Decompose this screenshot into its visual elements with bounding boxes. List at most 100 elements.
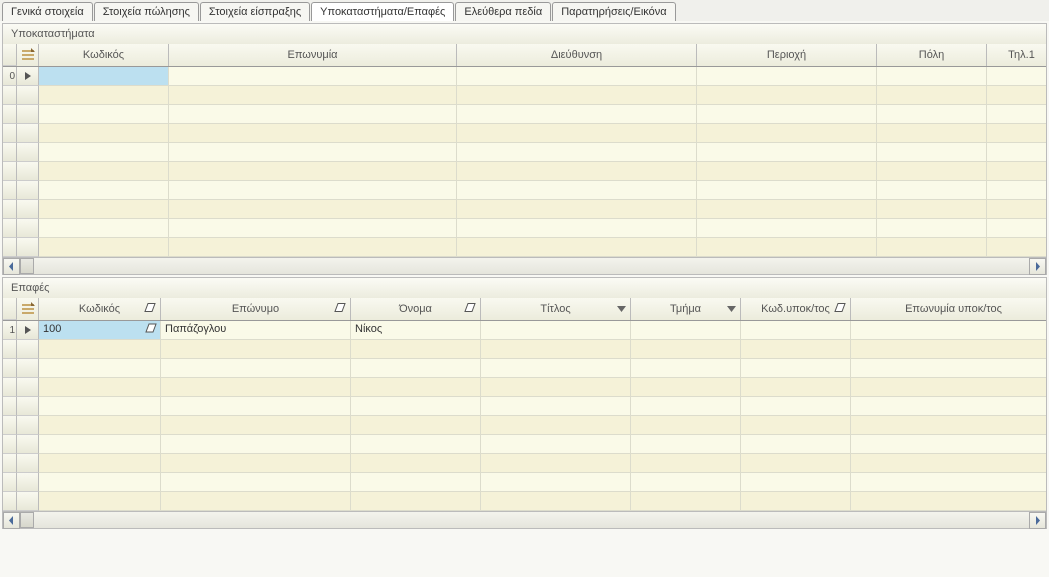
chevron-left-icon (8, 516, 15, 525)
branches-title: Υποκαταστήματα (3, 24, 1046, 44)
table-row[interactable] (3, 105, 1046, 124)
branches-col-code[interactable]: Κωδικός (39, 44, 169, 66)
tab-notes-image[interactable]: Παρατηρήσεις/Εικόνα (552, 2, 675, 21)
tab-bar: Γενικά στοιχεία Στοιχεία πώλησης Στοιχεί… (0, 0, 1049, 21)
table-row[interactable] (3, 435, 1046, 454)
grid-rowcount-spacer (3, 298, 17, 320)
cell-name[interactable] (169, 67, 457, 86)
grid-options-icon (21, 302, 35, 316)
cell-dept[interactable] (631, 321, 741, 340)
cell-area[interactable] (697, 67, 877, 86)
branches-grid: Κωδικός Επωνυμία Διεύθυνση Περιοχή Πόλη … (3, 44, 1046, 274)
cell-surname[interactable]: Παπάζογλου (161, 321, 351, 340)
branches-col-area[interactable]: Περιοχή (697, 44, 877, 66)
scroll-right-button[interactable] (1029, 258, 1046, 275)
table-row[interactable] (3, 181, 1046, 200)
contacts-col-title[interactable]: Τίτλος (481, 298, 631, 320)
chevron-left-icon (8, 262, 15, 271)
col-label: Επωνυμία υποκ/τος (905, 303, 1002, 315)
eraser-icon (334, 303, 346, 313)
branches-grid-header: Κωδικός Επωνυμία Διεύθυνση Περιοχή Πόλη … (3, 44, 1046, 67)
cell-tel1[interactable] (987, 67, 1046, 86)
grid-options-button[interactable] (17, 298, 39, 320)
contacts-grid-header: Κωδικός Επώνυμο Όνομα Τίτλος Τμήμα Κωδ.υ… (3, 298, 1046, 321)
row-indicator (17, 67, 39, 86)
cell-code[interactable] (39, 67, 169, 86)
table-row[interactable] (3, 219, 1046, 238)
contacts-grid: Κωδικός Επώνυμο Όνομα Τίτλος Τμήμα Κωδ.υ… (3, 298, 1046, 528)
cell-value: 100 (43, 323, 61, 335)
table-row[interactable] (3, 416, 1046, 435)
table-row[interactable] (3, 340, 1046, 359)
contacts-h-scrollbar[interactable] (3, 511, 1046, 528)
tab-free-fields[interactable]: Ελεύθερα πεδία (455, 2, 551, 21)
contacts-col-code[interactable]: Κωδικός (39, 298, 161, 320)
table-row[interactable] (3, 473, 1046, 492)
branches-section: Υποκαταστήματα Κωδικός Επωνυμία Διεύθυνσ… (2, 23, 1047, 275)
grid-options-button[interactable] (17, 44, 39, 66)
table-row[interactable]: 0 (3, 67, 1046, 86)
contacts-grid-body: 1 100 Παπάζογλου Νίκος (3, 321, 1046, 511)
contacts-col-firstname[interactable]: Όνομα (351, 298, 481, 320)
table-row[interactable] (3, 378, 1046, 397)
chevron-right-icon (1034, 516, 1041, 525)
table-row[interactable] (3, 492, 1046, 511)
scroll-left-button[interactable] (3, 258, 20, 275)
scroll-track[interactable] (20, 512, 1029, 528)
branches-grid-body: 0 (3, 67, 1046, 257)
table-row[interactable] (3, 124, 1046, 143)
row-count: 0 (3, 67, 17, 86)
row-count: 1 (3, 321, 17, 340)
eraser-icon (834, 303, 846, 313)
col-label: Όνομα (399, 303, 432, 315)
table-row[interactable] (3, 200, 1046, 219)
scroll-right-button[interactable] (1029, 512, 1046, 529)
eraser-icon (145, 323, 157, 333)
dropdown-icon (727, 306, 736, 312)
tab-general[interactable]: Γενικά στοιχεία (2, 2, 93, 21)
table-row[interactable] (3, 238, 1046, 257)
table-row[interactable]: 1 100 Παπάζογλου Νίκος (3, 321, 1046, 340)
contacts-col-department[interactable]: Τμήμα (631, 298, 741, 320)
table-row[interactable] (3, 359, 1046, 378)
branches-col-tel1[interactable]: Τηλ.1 (987, 44, 1049, 66)
col-label: Επώνυμο (232, 303, 279, 315)
contacts-title: Επαφές (3, 278, 1046, 298)
row-indicator (17, 321, 39, 340)
table-row[interactable] (3, 86, 1046, 105)
cell-code[interactable]: 100 (39, 321, 161, 340)
col-label: Κωδ.υποκ/τος (761, 303, 830, 315)
branches-col-city[interactable]: Πόλη (877, 44, 987, 66)
branches-col-address[interactable]: Διεύθυνση (457, 44, 697, 66)
cell-address[interactable] (457, 67, 697, 86)
table-row[interactable] (3, 454, 1046, 473)
cell-title[interactable] (481, 321, 631, 340)
contacts-col-surname[interactable]: Επώνυμο (161, 298, 351, 320)
cell-firstname[interactable]: Νίκος (351, 321, 481, 340)
branches-col-name[interactable]: Επωνυμία (169, 44, 457, 66)
contacts-section: Επαφές Κωδικός Επώνυμο Όνομα (2, 277, 1047, 529)
table-row[interactable] (3, 397, 1046, 416)
cell-branch-code[interactable] (741, 321, 851, 340)
contacts-col-branch-name[interactable]: Επωνυμία υποκ/τος (851, 298, 1049, 320)
scroll-left-button[interactable] (3, 512, 20, 529)
contacts-col-branch-code[interactable]: Κωδ.υποκ/τος (741, 298, 851, 320)
scroll-thumb[interactable] (20, 258, 34, 274)
tab-branches-contacts[interactable]: Υποκαταστήματα/Επαφές (311, 2, 454, 21)
col-label: Τίτλος (540, 303, 570, 315)
current-row-icon (24, 326, 32, 334)
tab-collection[interactable]: Στοιχεία είσπραξης (200, 2, 310, 21)
eraser-icon (464, 303, 476, 313)
branches-h-scrollbar[interactable] (3, 257, 1046, 274)
current-row-icon (24, 72, 32, 80)
tab-sales[interactable]: Στοιχεία πώλησης (94, 2, 199, 21)
table-row[interactable] (3, 143, 1046, 162)
scroll-track[interactable] (20, 258, 1029, 274)
col-label: Κωδικός (79, 303, 120, 315)
scroll-thumb[interactable] (20, 512, 34, 528)
cell-city[interactable] (877, 67, 987, 86)
cell-branch-name[interactable] (851, 321, 1046, 340)
eraser-icon (144, 303, 156, 313)
grid-options-icon (21, 48, 35, 62)
table-row[interactable] (3, 162, 1046, 181)
